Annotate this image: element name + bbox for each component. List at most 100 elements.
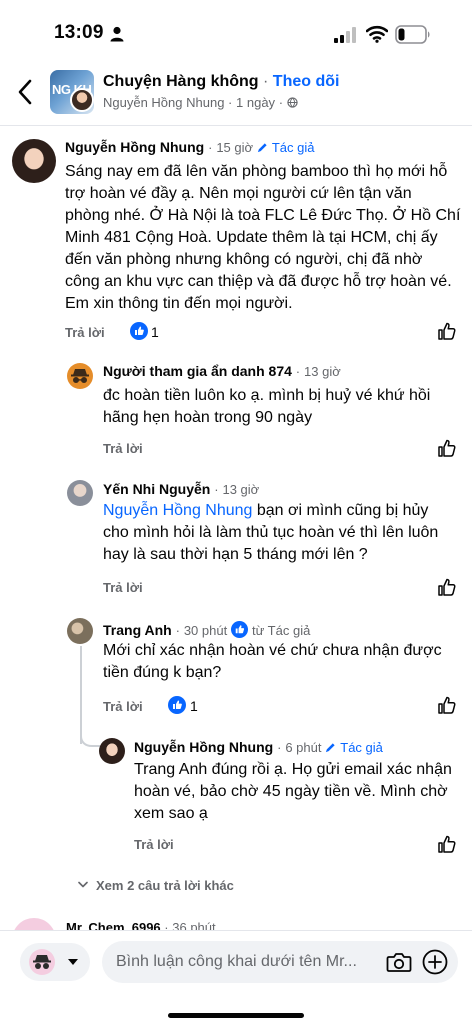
like-count[interactable]: 1	[190, 698, 198, 714]
home-indicator	[168, 1013, 304, 1018]
mention-link[interactable]: Nguyễn Hồng Nhung	[103, 502, 252, 519]
comment-time: 6 phút	[285, 740, 322, 755]
comment-line: Minh 481 Cộng Hoà. Update thêm là tại HC…	[65, 229, 438, 246]
reaction-from-author-label: từ Tác giả	[251, 623, 311, 638]
avatar[interactable]	[99, 738, 125, 764]
comment-author[interactable]: Trang Anh	[103, 622, 172, 638]
reply-button[interactable]: Trả lời	[103, 441, 143, 456]
comment-separator: ·	[277, 740, 282, 755]
wifi-icon	[366, 25, 388, 43]
view-more-replies-label: Xem 2 câu trả lời khác	[96, 878, 234, 893]
comment-header: Yến Nhi Nguyễn · 13 giờ	[103, 481, 259, 497]
author-pen-icon	[326, 743, 335, 753]
comment-author[interactable]: Nguyễn Hồng Nhung	[134, 739, 273, 755]
follow-button[interactable]: Theo dõi	[273, 73, 340, 90]
comment-separator: ·	[295, 364, 301, 379]
author-avatar[interactable]	[70, 88, 94, 112]
comment-line: hoàn vé, bảo chờ 45 ngày tiền về. Mình c…	[134, 783, 448, 800]
comment-line: trợ hoàn vé đầy ạ. Nên mọi người cứ lên …	[65, 185, 412, 202]
header-title: Chuyện Hàng không · Theo dõi	[103, 73, 339, 91]
comment-author[interactable]: Người tham gia ẩn danh 874	[103, 363, 292, 379]
post-header: NG KH Chuyện Hàng không · Theo dõi Nguyễ…	[0, 64, 472, 122]
comment-text: đc hoàn tiền luôn ko ạ. mình bị huỷ vé k…	[103, 385, 463, 429]
person-icon	[110, 26, 124, 42]
avatar[interactable]	[67, 480, 93, 506]
profile-switcher-button[interactable]	[20, 943, 90, 981]
like-button-icon[interactable]	[437, 834, 457, 854]
comment-line: Sáng nay em đã lên văn phòng bamboo thì …	[65, 163, 448, 180]
comment-line: đc hoàn tiền luôn ko ạ. mình bị huỷ vé k…	[103, 387, 431, 404]
comment-line: hãng hẹn hoàn trong 90 ngày	[103, 409, 313, 426]
like-button-icon[interactable]	[437, 438, 457, 458]
subtitle-separator: ·	[278, 95, 284, 110]
post-author[interactable]: Nguyễn Hồng Nhung	[103, 95, 224, 110]
comment-time: 13 giờ	[304, 364, 341, 379]
comment-line: Mới chỉ xác nhận hoàn vé chứ chưa nhận đ…	[103, 642, 442, 659]
cellular-signal-icon	[334, 27, 356, 43]
comment-time: 30 phút	[183, 623, 228, 638]
comment-composer: Bình luận công khai dưới tên Mr...	[0, 930, 472, 1024]
reply-thread-curve	[80, 730, 100, 747]
status-time: 13:09	[54, 22, 104, 43]
comment-header: Nguyễn Hồng Nhung · 15 giờ Tác giả	[65, 139, 314, 155]
view-more-replies-button[interactable]: Xem 2 câu trả lời khác	[78, 878, 234, 893]
comment-header: Trang Anh · 30 phút từ Tác giả	[103, 621, 310, 638]
comment-header: Nguyễn Hồng Nhung · 6 phút Tác giả	[134, 739, 383, 755]
comment-text: Mới chỉ xác nhận hoàn vé chứ chưa nhận đ…	[103, 640, 463, 684]
avatar[interactable]	[67, 618, 93, 644]
comment-author[interactable]: Nguyễn Hồng Nhung	[65, 139, 204, 155]
comment-line: Trang Anh đúng rồi ạ. Họ gửi email xác n…	[134, 761, 452, 778]
chevron-down-icon	[78, 881, 88, 888]
comment-line: công an khu vực can thiệp và đã được hỗ …	[65, 273, 452, 290]
reply-button[interactable]: Trả lời	[134, 837, 174, 852]
author-badge: Tác giả	[271, 140, 315, 155]
comment-separator: ·	[175, 623, 180, 638]
subtitle-separator: ·	[228, 95, 233, 110]
comment-separator: ·	[208, 140, 213, 155]
comment-text: Sáng nay em đã lên văn phòng bamboo thì …	[65, 161, 465, 315]
reaction-from-author-icon	[231, 621, 249, 638]
add-attachment-icon[interactable]	[422, 949, 448, 975]
camera-icon[interactable]	[386, 950, 412, 974]
like-button-icon[interactable]	[437, 577, 457, 597]
comment-line: đến văn phòng nhưng không có người, chị …	[65, 251, 423, 268]
caret-down-icon	[68, 959, 78, 965]
comment-line: hay là sau thời hạn 5 tháng mới lên ?	[103, 546, 368, 563]
comment-line: Em xin thông tin đến mọi người.	[65, 295, 293, 312]
reply-button[interactable]: Trả lời	[103, 699, 143, 714]
anonymous-avatar[interactable]	[67, 363, 93, 389]
header-subtitle: Nguyễn Hồng Nhung · 1 ngày ·	[103, 95, 298, 110]
comment-time: 13 giờ	[222, 482, 260, 497]
battery-icon	[395, 25, 430, 44]
anonymous-profile-avatar	[29, 949, 55, 975]
comment-line: Nguyễn Hồng Nhung bạn ơi mình cũng bị hủ…	[103, 500, 463, 522]
author-badge: Tác giả	[340, 740, 383, 755]
back-arrow-icon[interactable]	[14, 78, 36, 106]
like-reaction-icon	[168, 696, 186, 714]
header-divider	[0, 125, 472, 126]
status-bar: 13:09	[0, 0, 472, 64]
like-button-icon[interactable]	[437, 695, 457, 715]
comment-line: tiền đúng k bạn?	[103, 664, 222, 681]
comment-header: Người tham gia ẩn danh 874 · 13 giờ	[103, 363, 341, 379]
author-pen-icon	[257, 143, 267, 153]
comment-line: xem sao ạ	[134, 805, 208, 822]
like-reaction-icon	[130, 322, 148, 340]
like-count[interactable]: 1	[151, 324, 159, 340]
group-name[interactable]: Chuyện Hàng không	[103, 73, 259, 90]
comment-line-rest: bạn ơi mình cũng bị hủy	[252, 502, 429, 519]
comment-text: Trang Anh đúng rồi ạ. Họ gửi email xác n…	[134, 759, 464, 825]
reply-button[interactable]: Trả lời	[103, 580, 143, 595]
reply-button[interactable]: Trả lời	[65, 325, 105, 340]
avatar[interactable]	[12, 139, 56, 183]
comment-separator: ·	[214, 482, 219, 497]
like-button-icon[interactable]	[437, 321, 457, 341]
comment-author[interactable]: Yến Nhi Nguyễn	[103, 481, 210, 497]
post-age: 1 ngày	[236, 95, 276, 110]
globe-icon	[286, 97, 298, 108]
comment-line: phòng nhé. Ở Hà Nội là toà FLC Lê Đức Th…	[65, 207, 461, 224]
comment-input-placeholder: Bình luận công khai dưới tên Mr...	[116, 953, 357, 970]
comment-time: 15 giờ	[216, 140, 254, 155]
title-separator: ·	[263, 73, 269, 90]
comment-input[interactable]: Bình luận công khai dưới tên Mr...	[102, 941, 458, 983]
